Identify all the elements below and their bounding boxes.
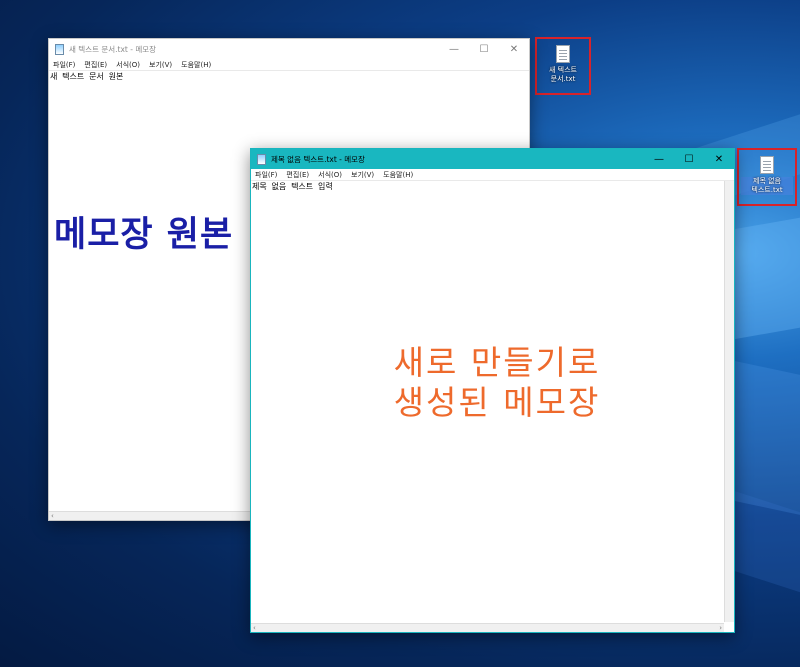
title-bar[interactable]: 새 텍스트 문서.txt - 메모장 — ☐ ✕ [49,39,529,59]
annotation-new-line1: 새로 만들기로 [393,343,601,382]
menu-help[interactable]: 도움말(H) [181,60,211,70]
title-bar[interactable]: 제목 없음 텍스트.txt - 메모장 — ☐ ✕ [251,149,734,169]
desktop-icon-untitled-text[interactable]: 제목 없음 텍스트.txt [737,148,797,206]
scroll-left-icon[interactable]: ‹ [51,512,54,520]
editor-text: 새 텍스트 문서 원본 [50,72,124,81]
desktop-icon-label: 제목 없음 텍스트.txt [741,177,793,195]
close-button[interactable]: ✕ [704,149,734,169]
menu-format[interactable]: 서식(O) [116,60,140,70]
desktop-icon-label: 새 텍스트 문서.txt [549,66,577,83]
menu-file[interactable]: 파일(F) [53,60,75,70]
annotation-original: 메모장 원본 [54,215,234,255]
menu-view[interactable]: 보기(V) [149,60,172,70]
vertical-scrollbar[interactable] [724,181,734,622]
maximize-button[interactable]: ☐ [674,149,704,169]
minimize-button[interactable]: — [644,149,674,169]
menu-help[interactable]: 도움말(H) [383,170,413,180]
notepad-icon [55,43,64,55]
menu-view[interactable]: 보기(V) [351,170,374,180]
maximize-button[interactable]: ☐ [469,39,499,59]
desktop-icon-new-text-document[interactable]: 새 텍스트 문서.txt [535,37,591,95]
close-button[interactable]: ✕ [499,39,529,59]
notepad-window-new[interactable]: 제목 없음 텍스트.txt - 메모장 — ☐ ✕ 파일(F) 편집(E) 서식… [250,148,735,633]
menu-edit[interactable]: 편집(E) [84,60,107,70]
notepad-icon [257,153,266,165]
menu-format[interactable]: 서식(O) [318,170,342,180]
menu-bar: 파일(F) 편집(E) 서식(O) 보기(V) 도움말(H) [49,59,529,71]
window-title: 제목 없음 텍스트.txt - 메모장 [271,154,365,164]
annotation-new-line2: 생성된 메모장 [393,383,601,422]
horizontal-scrollbar[interactable]: ‹ › [251,623,724,632]
window-title: 새 텍스트 문서.txt - 메모장 [69,44,157,54]
menu-file[interactable]: 파일(F) [255,170,277,180]
text-file-icon [760,156,774,174]
menu-edit[interactable]: 편집(E) [286,170,309,180]
scroll-right-icon[interactable]: › [719,624,722,632]
scroll-left-icon[interactable]: ‹ [253,624,256,632]
minimize-button[interactable]: — [439,39,469,59]
text-file-icon [556,45,570,63]
editor-text: 제목 없음 텍스트 입력 [252,182,333,191]
annotation-new: 새로 만들기로 생성된 메모장 [372,343,622,423]
menu-bar: 파일(F) 편집(E) 서식(O) 보기(V) 도움말(H) [251,169,734,181]
